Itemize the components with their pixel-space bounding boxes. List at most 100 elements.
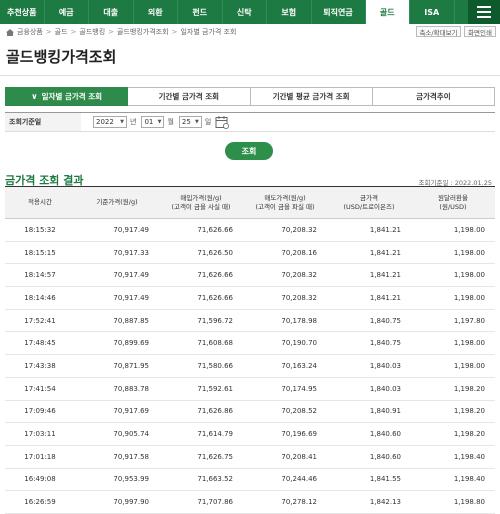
nav-item[interactable]: 퇴직연금 bbox=[312, 0, 366, 24]
chevron-down-icon: ▼ bbox=[120, 119, 124, 125]
table-cell: 71,614.79 bbox=[159, 422, 243, 446]
chevron-down-icon: ▼ bbox=[195, 119, 199, 125]
table-cell: 1,198.20 bbox=[411, 400, 495, 424]
table-row: 17:03:11 70,905.74 71,614.79 70,196.69 1,840… bbox=[5, 422, 495, 446]
breadcrumb-item[interactable]: 골드 bbox=[55, 28, 68, 36]
table-cell: 70,278.12 bbox=[243, 490, 327, 514]
nav-item[interactable]: 골드 bbox=[365, 0, 410, 24]
breadcrumb-item[interactable]: 골드뱅킹가격조회 bbox=[117, 28, 169, 36]
table-cell: 17:41:54 bbox=[5, 377, 75, 401]
column-header: 금가격 (USD/트로이온즈) bbox=[327, 186, 411, 219]
nav-item[interactable]: 대출 bbox=[89, 0, 134, 24]
nav-item[interactable]: 예금 bbox=[45, 0, 89, 24]
table-cell: 17:48:45 bbox=[5, 331, 75, 356]
table-cell: 71,580.66 bbox=[159, 354, 243, 378]
table-row: 18:15:32 70,917.49 71,626.66 70,208.32 1,841… bbox=[5, 218, 495, 242]
table-cell: 1,841.21 bbox=[327, 286, 411, 310]
table-cell: 71,596.72 bbox=[159, 309, 243, 333]
table-cell: 70,899.69 bbox=[75, 331, 159, 356]
table-row: 17:09:46 70,917.69 71,626.86 70,208.52 1,840… bbox=[5, 400, 495, 424]
table-cell: 70,887.85 bbox=[75, 309, 159, 333]
search-button[interactable]: 조회 bbox=[225, 142, 273, 160]
tab-bar: ∨ 일자별 금가격 조회 기간별 금가격 조회 기간별 평균 금가격 조회 금가격추이 bbox=[5, 87, 495, 106]
year-unit: 년 bbox=[130, 118, 137, 126]
nav-item[interactable]: 펀드 bbox=[178, 0, 223, 24]
column-header-text: 원달러환율 bbox=[438, 194, 468, 203]
table-cell: 1,198.80 bbox=[411, 490, 495, 514]
chevron-down-icon: ▼ bbox=[157, 119, 162, 125]
breadcrumb-item[interactable]: 금융상품 bbox=[17, 28, 43, 36]
table-cell: 70,174.95 bbox=[243, 377, 327, 401]
breadcrumb-separator: > bbox=[108, 28, 115, 36]
breadcrumb-item[interactable]: 골드뱅킹 bbox=[79, 28, 105, 36]
table-row: 18:15:15 70,917.33 71,626.50 70,208.16 1,841… bbox=[5, 241, 495, 265]
table-cell: 17:52:41 bbox=[5, 309, 75, 333]
table-cell: 1,198.40 bbox=[411, 468, 495, 492]
table-cell: 1,840.60 bbox=[327, 422, 411, 446]
table-cell: 71,663.52 bbox=[159, 468, 243, 492]
table-cell: 70,917.33 bbox=[75, 241, 159, 265]
tab-label: 일자별 금가격 조회 bbox=[41, 92, 103, 101]
table-cell: 1,198.00 bbox=[411, 286, 495, 310]
column-header: 매입가격(원/g) (고객이 금을 사실 때) bbox=[159, 186, 243, 219]
table-cell: 70,917.69 bbox=[75, 400, 159, 424]
table-cell: 18:14:57 bbox=[5, 263, 75, 288]
nav-item[interactable]: ISA bbox=[410, 0, 455, 24]
tab-item[interactable]: 기간별 금가격 조회 bbox=[128, 87, 251, 106]
table-cell: 1,841.55 bbox=[327, 468, 411, 492]
nav-item[interactable]: 추천상품 bbox=[0, 0, 45, 24]
table-cell: 17:09:46 bbox=[5, 400, 75, 424]
table-cell: 1,842.13 bbox=[327, 490, 411, 514]
breadcrumb: 금융상품 > 골드 > 골드뱅킹 > 골드뱅킹가격조회 > 일자별 금가격 조회 bbox=[6, 26, 236, 38]
column-header-text: (고객이 금을 사실 때) bbox=[171, 202, 231, 211]
nav-item[interactable]: 외환 bbox=[134, 0, 178, 24]
divider bbox=[0, 75, 500, 76]
nav-item[interactable]: 신탁 bbox=[223, 0, 267, 24]
table-cell: 71,626.66 bbox=[159, 263, 243, 288]
column-header: 적용시간 bbox=[5, 186, 75, 219]
table-cell: 70,190.70 bbox=[243, 331, 327, 356]
page-title: 골드뱅킹가격조회 bbox=[6, 48, 117, 66]
table-cell: 70,178.98 bbox=[243, 309, 327, 333]
table-cell: 17:03:11 bbox=[5, 422, 75, 446]
table-cell: 70,917.49 bbox=[75, 263, 159, 288]
column-header-text: (고객이 금을 파실 때) bbox=[255, 202, 315, 211]
day-select[interactable]: 25 ▼ bbox=[178, 116, 202, 128]
column-header-text: 적용시간 bbox=[28, 198, 52, 207]
tab-label: 금가격추이 bbox=[416, 92, 451, 101]
table-cell: 70,997.90 bbox=[75, 490, 159, 514]
zoom-button[interactable]: 축소/확대보기 bbox=[416, 26, 461, 37]
column-header: 원달러환율 (원/USD) bbox=[411, 186, 495, 219]
table-cell: 1,198.00 bbox=[411, 354, 495, 378]
month-value: 01 bbox=[144, 118, 154, 126]
table-cell: 71,626.86 bbox=[159, 400, 243, 424]
home-icon[interactable] bbox=[6, 28, 14, 36]
breadcrumb-separator: > bbox=[70, 28, 77, 36]
tab-item[interactable]: 기간별 평균 금가격 조회 bbox=[250, 87, 373, 106]
tab-label: 기간별 금가격 조회 bbox=[158, 92, 220, 101]
table-row: 17:43:38 70,871.95 71,580.66 70,163.24 1,840… bbox=[5, 354, 495, 378]
nav-item[interactable]: 보험 bbox=[267, 0, 312, 24]
month-select[interactable]: 01 ▼ bbox=[141, 116, 165, 128]
table-cell: 1,197.80 bbox=[411, 309, 495, 333]
table-cell: 71,608.68 bbox=[159, 331, 243, 356]
table-cell: 1,840.03 bbox=[327, 377, 411, 401]
calendar-icon[interactable] bbox=[215, 115, 230, 129]
year-select[interactable]: 2022 ▼ bbox=[93, 116, 127, 128]
table-cell: 18:14:46 bbox=[5, 286, 75, 310]
column-header-text: 금가격 bbox=[360, 194, 378, 203]
tab-item[interactable]: ∨ 일자별 금가격 조회 bbox=[5, 87, 129, 106]
table-cell: 1,840.75 bbox=[327, 309, 411, 333]
table-row: 17:52:41 70,887.85 71,596.72 70,178.98 1,840… bbox=[5, 309, 495, 333]
print-button[interactable]: 화면인쇄 bbox=[464, 26, 496, 37]
chevron-down-icon: ∨ bbox=[31, 92, 38, 101]
column-header-text: (원/USD) bbox=[439, 202, 467, 211]
tab-item[interactable]: 금가격추이 bbox=[372, 87, 495, 106]
table-cell: 70,917.49 bbox=[75, 286, 159, 310]
table-cell: 70,208.16 bbox=[243, 241, 327, 265]
month-unit: 월 bbox=[167, 118, 174, 126]
menu-icon[interactable] bbox=[468, 0, 500, 24]
table-row: 17:41:54 70,883.78 71,592.61 70,174.95 1,840… bbox=[5, 377, 495, 401]
breadcrumb-separator: > bbox=[171, 28, 178, 36]
table-cell: 70,196.69 bbox=[243, 422, 327, 446]
